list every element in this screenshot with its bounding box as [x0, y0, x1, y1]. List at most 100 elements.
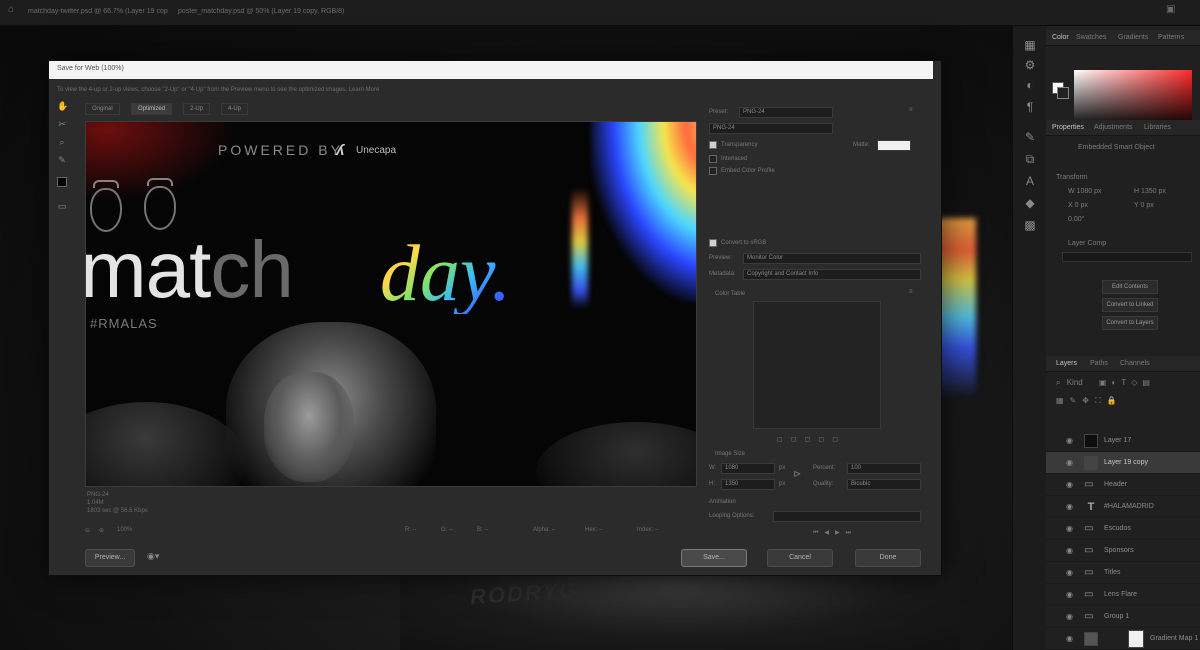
edit-contents-button[interactable]: Edit Contents	[1102, 280, 1158, 294]
color-table[interactable]	[753, 301, 881, 429]
window-close-icon[interactable]: ▣	[1166, 4, 1175, 15]
layer-row[interactable]: ◉ ▭ Group 1	[1046, 606, 1200, 628]
percent-input[interactable]: 100	[847, 463, 921, 474]
done-button[interactable]: Done	[855, 549, 921, 567]
looping-select[interactable]	[773, 511, 921, 522]
paragraph-icon[interactable]: ¶	[1023, 100, 1037, 114]
visibility-eye-icon[interactable]: ◉	[1066, 634, 1073, 643]
cancel-button[interactable]: Cancel	[767, 549, 833, 567]
color-icon[interactable]: ◐	[1023, 78, 1037, 92]
slice-select-icon[interactable]: ✂	[57, 119, 67, 129]
tab-libraries[interactable]: Libraries	[1144, 124, 1171, 131]
tab-patterns[interactable]: Patterns	[1158, 34, 1184, 41]
convert-to-layers-button[interactable]: Convert to Layers	[1102, 316, 1158, 330]
tab-channels[interactable]: Channels	[1120, 360, 1150, 367]
sponsor-name: Unecapa	[356, 145, 397, 156]
transform-height[interactable]: H 1350 px	[1134, 188, 1166, 195]
history-icon[interactable]: ▦	[1023, 38, 1037, 52]
transform-x[interactable]: X 0 px	[1068, 202, 1088, 209]
zoom-minus-icon[interactable]: ⊖	[85, 527, 90, 534]
tab-optimized[interactable]: Optimized	[131, 103, 173, 115]
shape-icon[interactable]: ◆	[1023, 196, 1037, 210]
adjust-icon[interactable]: ⚙	[1023, 58, 1037, 72]
cube-icon[interactable]: ▩	[1023, 218, 1037, 232]
home-icon[interactable]: ⌂	[8, 4, 14, 15]
visibility-eye-icon[interactable]: ◉	[1066, 590, 1073, 599]
width-input[interactable]: 1080	[721, 463, 775, 474]
document-tab-2[interactable]: poster_matchday.psd @ 50% (Layer 19 copy…	[178, 8, 348, 22]
layer-row[interactable]: ◉ Gradient Map 1	[1046, 628, 1200, 650]
tab-4-up[interactable]: 4-Up	[221, 103, 249, 115]
hand-tool-icon[interactable]: ✋	[57, 101, 68, 111]
tab-swatches[interactable]: Swatches	[1076, 34, 1106, 41]
brush-icon[interactable]: ✎	[1023, 130, 1037, 144]
transform-y[interactable]: Y 0 px	[1134, 202, 1154, 209]
layer-name: Group 1	[1104, 613, 1130, 620]
tab-paths[interactable]: Paths	[1090, 360, 1108, 367]
visibility-eye-icon[interactable]: ◉	[1066, 546, 1073, 555]
document-tab-1[interactable]: matchday-twitter.psd @ 66.7% (Layer 19 c…	[28, 8, 168, 22]
animation-controls[interactable]: ⏮◀▶⏭	[813, 529, 857, 537]
eyedropper-color-icon[interactable]	[57, 177, 67, 187]
metadata-select[interactable]: Copyright and Contact Info	[743, 269, 921, 280]
preset-select[interactable]: PNG-24	[739, 107, 833, 118]
color-table-menu-icon[interactable]: ≡	[909, 289, 913, 295]
lock-icons[interactable]: ▦✎✥⛶🔒	[1056, 396, 1123, 405]
layer-row[interactable]: ◉ ▭ Sponsors	[1046, 540, 1200, 562]
visibility-eye-icon[interactable]: ◉	[1066, 502, 1073, 511]
visibility-eye-icon[interactable]: ◉	[1066, 568, 1073, 577]
layers-kind-label[interactable]: Kind	[1067, 378, 1083, 387]
layer-row[interactable]: ◉ T #HALAMADRID	[1046, 496, 1200, 518]
zoom-tool-icon[interactable]: ⌕	[57, 137, 67, 147]
preview-select[interactable]: Monitor Color	[743, 253, 921, 264]
layer-row[interactable]: ◉ Layer 17	[1046, 430, 1200, 452]
visibility-eye-icon[interactable]: ◉	[1066, 612, 1073, 621]
tab-2-up[interactable]: 2-Up	[183, 103, 211, 115]
tab-layers[interactable]: Layers	[1056, 360, 1077, 367]
matte-select[interactable]	[877, 140, 911, 151]
zoom-plus-icon[interactable]: ⊕	[99, 527, 104, 534]
visibility-eye-icon[interactable]: ◉	[1066, 524, 1073, 533]
layer-comp-select[interactable]	[1062, 252, 1192, 262]
glyph-icon[interactable]: A	[1023, 174, 1037, 188]
link-dimensions-icon[interactable]: ⊳	[793, 469, 801, 480]
layer-row-selected[interactable]: ◉ Layer 19 copy	[1046, 452, 1200, 474]
tab-gradients[interactable]: Gradients	[1118, 34, 1148, 41]
format-select[interactable]: PNG-24	[709, 123, 833, 134]
layer-row[interactable]: ◉ ▭ Titles	[1046, 562, 1200, 584]
save-button[interactable]: Save...	[681, 549, 747, 567]
tab-adjustments[interactable]: Adjustments	[1094, 124, 1133, 131]
preview-button[interactable]: Preview...	[85, 549, 135, 567]
toggle-slices-icon[interactable]: ▭	[57, 201, 67, 211]
dialog-titlebar[interactable]: Save for Web (100%)	[49, 61, 933, 79]
clone-icon[interactable]: ⧉	[1023, 152, 1037, 166]
transparency-checkbox[interactable]	[709, 141, 717, 149]
optimized-preview[interactable]: POWERED BY ʎ Unecapa match day. #RMALAS	[85, 121, 697, 487]
transform-angle[interactable]: 0.00°	[1068, 216, 1084, 223]
layer-row[interactable]: ◉ ▭ Header	[1046, 474, 1200, 496]
eyedropper-icon[interactable]: ✎	[57, 155, 67, 165]
tab-color[interactable]: Color	[1052, 34, 1069, 41]
color-table-tools[interactable]: ◻◻◻◻◻	[777, 435, 846, 443]
download-time: 1803 sec @ 56.6 Kbps	[87, 508, 148, 514]
visibility-eye-icon[interactable]: ◉	[1066, 480, 1073, 489]
layer-row[interactable]: ◉ ▭ Lens Flare	[1046, 584, 1200, 606]
settings-menu-icon[interactable]: ≡	[909, 107, 913, 113]
background-swatch[interactable]	[1057, 87, 1069, 99]
quality-select[interactable]: Bicubic	[847, 479, 921, 490]
layer-row[interactable]: ◉ ▭ Escudos	[1046, 518, 1200, 540]
convert-srgb-checkbox[interactable]	[709, 239, 717, 247]
visibility-eye-icon[interactable]: ◉	[1066, 458, 1073, 467]
height-input[interactable]: 1350	[721, 479, 775, 490]
search-icon[interactable]: ⌕	[1056, 378, 1060, 387]
convert-to-linked-button[interactable]: Convert to Linked	[1102, 298, 1158, 312]
tab-properties[interactable]: Properties	[1052, 124, 1084, 131]
embed-profile-checkbox[interactable]	[709, 167, 717, 175]
transform-width[interactable]: W 1080 px	[1068, 188, 1101, 195]
visibility-eye-icon[interactable]: ◉	[1066, 436, 1073, 445]
zoom-level[interactable]: 100%	[117, 527, 132, 533]
filter-icons[interactable]: ▣◐T◇▤	[1099, 378, 1155, 387]
tab-original[interactable]: Original	[85, 103, 120, 115]
interlaced-checkbox[interactable]	[709, 155, 717, 163]
browser-icon[interactable]: ◉▾	[147, 551, 159, 562]
